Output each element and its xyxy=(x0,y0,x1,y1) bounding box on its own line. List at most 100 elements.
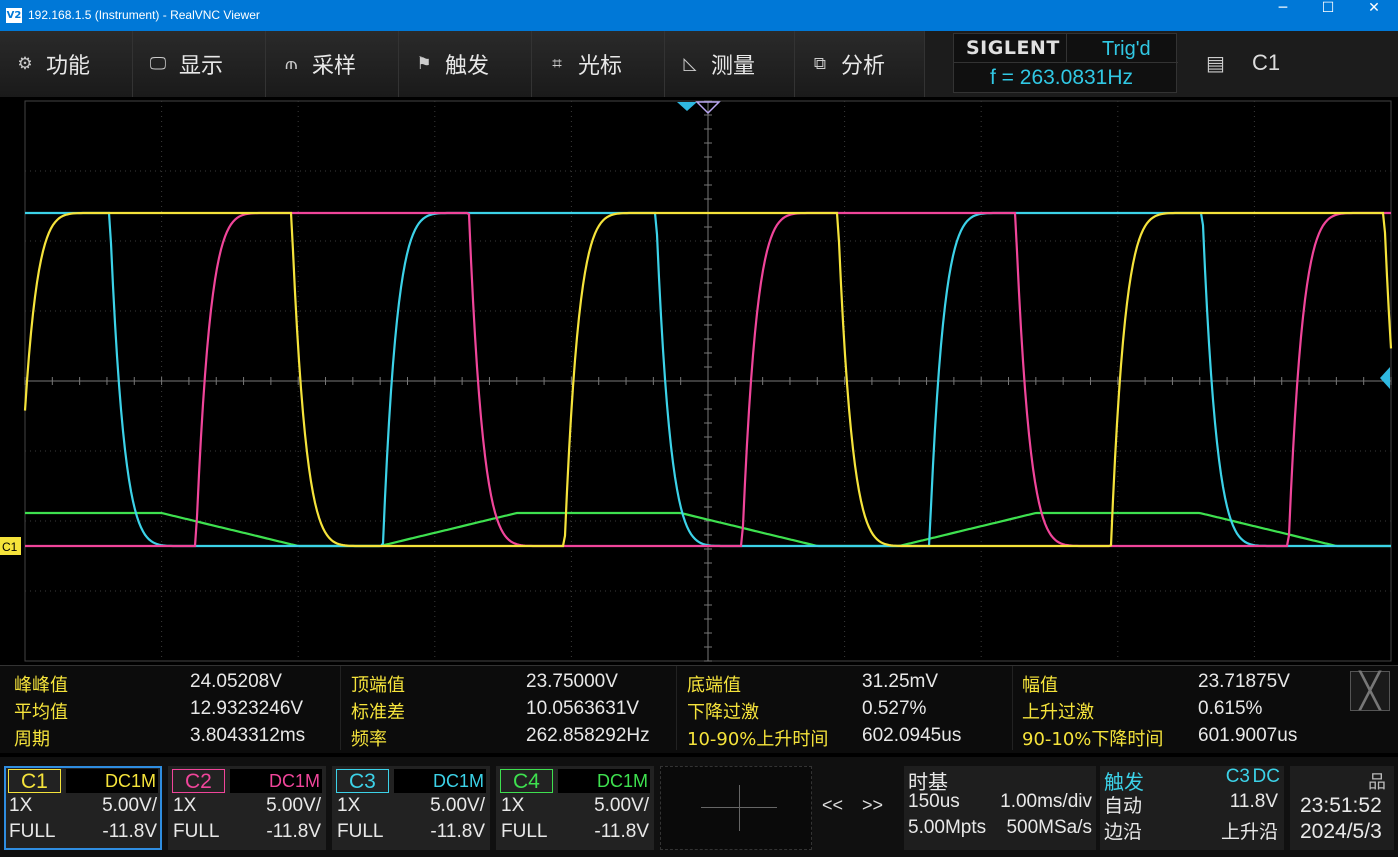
meas-value: 0.615% xyxy=(1198,698,1263,719)
meas-value: 23.75000V xyxy=(526,671,618,692)
graticule xyxy=(24,100,1392,662)
probe-ratio: 1X xyxy=(173,795,197,816)
meas-label: 峰峰值 xyxy=(14,675,68,696)
bandwidth: FULL xyxy=(173,821,220,842)
memory-depth: 5.00Mpts xyxy=(908,817,987,838)
menu-measure[interactable]: ◺ 测量 xyxy=(665,31,795,97)
trigger-status: Trig'd xyxy=(1102,38,1151,60)
meas-label: 10-90%上升时间 xyxy=(687,729,829,750)
trigger-level-marker[interactable] xyxy=(1380,367,1390,389)
channel-name: C2 xyxy=(172,769,225,793)
vertical-offset: -11.8V xyxy=(266,821,321,842)
channel-c4-panel[interactable]: C4 DC1M 1X 5.00V/ FULL -11.8V xyxy=(496,766,654,850)
meas-value: 24.05208V xyxy=(190,671,282,692)
channel-name: C1 xyxy=(8,769,61,793)
trigger-type: 边沿 xyxy=(1104,822,1143,843)
probe-ratio: 1X xyxy=(9,795,33,816)
channel-name: C3 xyxy=(336,769,389,793)
channel-coupling: DC1M xyxy=(394,769,486,793)
meas-label: 下降过激 xyxy=(687,702,759,723)
frequency-readout: f = 263.0831Hz xyxy=(990,66,1134,89)
meas-value: 262.858292Hz xyxy=(526,725,650,746)
vertical-offset: -11.8V xyxy=(430,821,485,842)
window-titlebar: V2 192.168.1.5 (Instrument) - RealVNC Vi… xyxy=(0,0,1398,31)
vertical-offset: -11.8V xyxy=(594,821,649,842)
menu-trigger[interactable]: ⚑ 触发 xyxy=(399,31,532,97)
clock-panel: 品 23:51:52 2024/5/3 xyxy=(1290,766,1394,850)
channel-coupling: DC1M xyxy=(558,769,650,793)
probe-ratio: 1X xyxy=(501,795,525,816)
meas-value: 31.25mV xyxy=(862,671,939,692)
meas-value: 601.9007us xyxy=(1198,725,1298,746)
vertical-scale: 5.00V/ xyxy=(266,795,321,816)
bandwidth: FULL xyxy=(337,821,384,842)
menu-acquire[interactable]: ⫙ 采样 xyxy=(266,31,399,97)
prev-button[interactable]: << xyxy=(822,795,843,816)
c1-ground-marker[interactable]: C1 xyxy=(0,537,21,555)
waveform-display[interactable]: C1 xyxy=(0,97,1398,665)
menu-label: 显示 xyxy=(179,54,224,79)
menu-analyze[interactable]: ⧉ 分析 xyxy=(795,31,925,97)
timebase-delay: 150us xyxy=(908,791,960,812)
trigger-coupling: DC xyxy=(1252,766,1280,787)
maximize-button[interactable]: ☐ xyxy=(1305,0,1351,31)
trigger-position-marker[interactable] xyxy=(677,101,721,115)
window-title: 192.168.1.5 (Instrument) - RealVNC Viewe… xyxy=(28,8,260,22)
brand-logo: SIGLENT xyxy=(966,37,1060,59)
waveform-svg: C1 xyxy=(0,100,1393,662)
channel-c3-panel[interactable]: C3 DC1M 1X 5.00V/ FULL -11.8V xyxy=(332,766,490,850)
timebase-panel[interactable]: 时基 150us 1.00ms/div 5.00Mpts 500MSa/s xyxy=(904,766,1096,850)
meas-label: 平均值 xyxy=(14,702,68,723)
menu-function[interactable]: ⚙ 功能 xyxy=(0,31,133,97)
vnc-icon: V2 xyxy=(6,8,22,23)
meas-value: 12.9323246V xyxy=(190,698,304,719)
sample-icon: ⫙ xyxy=(285,54,297,74)
analyze-icon: ⧉ xyxy=(813,54,827,74)
timebase-scale: 1.00ms/div xyxy=(1000,791,1092,812)
vertical-scale: 5.00V/ xyxy=(594,795,649,816)
close-measurements-button[interactable]: ╳ xyxy=(1350,671,1390,711)
bandwidth: FULL xyxy=(501,821,548,842)
channel-c1-panel[interactable]: C1 DC1M 1X 5.00V/ FULL -11.8V xyxy=(4,766,162,850)
channel-selector[interactable]: ▤ C1 xyxy=(1180,33,1398,93)
meas-label: 90-10%下降时间 xyxy=(1022,729,1164,750)
status-panel: SIGLENT Trig'd f = 263.0831Hz xyxy=(953,33,1178,93)
trigger-source: C3 xyxy=(1225,766,1250,787)
channel-c2-panel[interactable]: C2 DC1M 1X 5.00V/ FULL -11.8V xyxy=(168,766,326,850)
monitor-icon: 🖵 xyxy=(149,54,167,74)
trigger-panel[interactable]: 触发 C3 DC 自动 11.8V 边沿 上升沿 xyxy=(1100,766,1284,850)
gear-icon: ⚙ xyxy=(17,54,33,74)
position-pad[interactable] xyxy=(660,766,812,850)
close-button[interactable]: ✕ xyxy=(1351,0,1397,31)
network-icon[interactable]: 品 xyxy=(1368,768,1386,794)
bandwidth: FULL xyxy=(9,821,56,842)
menu-cursor[interactable]: ⌗ 光标 xyxy=(532,31,665,97)
next-button[interactable]: >> xyxy=(862,795,883,816)
minimize-button[interactable]: ─ xyxy=(1260,0,1306,31)
channel-coupling: DC1M xyxy=(66,769,158,793)
meas-value: 23.71875V xyxy=(1198,671,1290,692)
menu-label: 测量 xyxy=(711,54,756,79)
meas-label: 底端值 xyxy=(687,675,741,696)
menu-label: 分析 xyxy=(841,54,886,79)
flag-icon: ⚑ xyxy=(416,54,432,74)
cursor-icon: ⌗ xyxy=(552,54,562,74)
meas-label: 周期 xyxy=(14,729,50,750)
measurement-row: 周期 3.8043312ms 频率 262.858292Hz 10-90%上升时… xyxy=(6,725,1346,752)
sample-rate: 500MSa/s xyxy=(1006,817,1092,838)
selected-channel: C1 xyxy=(1252,50,1281,75)
clock-date: 2024/5/3 xyxy=(1300,820,1382,843)
vertical-scale: 5.00V/ xyxy=(102,795,157,816)
bottom-bar: C1 DC1M 1X 5.00V/ FULL -11.8V C2 DC1M 1X… xyxy=(0,757,1398,857)
meas-value: 10.0563631V xyxy=(526,698,640,719)
trigger-slope: 上升沿 xyxy=(1220,822,1278,843)
menu-label: 功能 xyxy=(46,54,91,79)
channel-coupling: DC1M xyxy=(230,769,322,793)
trigger-mode: 自动 xyxy=(1104,796,1143,817)
meas-value: 602.0945us xyxy=(862,725,962,746)
menu-display[interactable]: 🖵 显示 xyxy=(133,31,266,97)
measurement-panel: 峰峰值 24.05208V 顶端值 23.75000V 底端值 31.25mV … xyxy=(0,665,1398,753)
trigger-level: 11.8V xyxy=(1229,791,1278,812)
measurement-row: 峰峰值 24.05208V 顶端值 23.75000V 底端值 31.25mV … xyxy=(6,671,1346,698)
ruler-icon: ◺ xyxy=(683,54,697,74)
